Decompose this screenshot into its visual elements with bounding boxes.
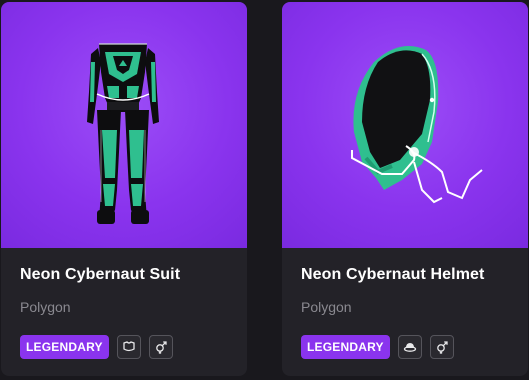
rarity-badge: LEGENDARY [301, 335, 390, 359]
item-card-suit[interactable]: Neon Cybernaut Suit Polygon LEGENDARY [1, 2, 247, 376]
outfit-category-icon[interactable] [116, 335, 141, 359]
item-tags: LEGENDARY [301, 335, 454, 359]
item-thumbnail[interactable] [1, 2, 247, 248]
item-tags: LEGENDARY [20, 335, 173, 359]
unisex-gender-icon[interactable] [148, 335, 173, 359]
item-thumbnail[interactable] [282, 2, 528, 248]
item-name[interactable]: Neon Cybernaut Helmet [301, 266, 484, 284]
hat-category-icon[interactable] [397, 335, 422, 359]
item-creator[interactable]: Polygon [20, 299, 71, 315]
item-creator[interactable]: Polygon [301, 299, 352, 315]
item-card-helmet[interactable]: Neon Cybernaut Helmet Polygon LEGENDARY [282, 2, 528, 376]
unisex-gender-icon[interactable] [429, 335, 454, 359]
cybernaut-suit-image [87, 43, 159, 224]
cybernaut-helmet-image [351, 46, 483, 204]
item-name[interactable]: Neon Cybernaut Suit [20, 266, 180, 284]
rarity-badge: LEGENDARY [20, 335, 109, 359]
